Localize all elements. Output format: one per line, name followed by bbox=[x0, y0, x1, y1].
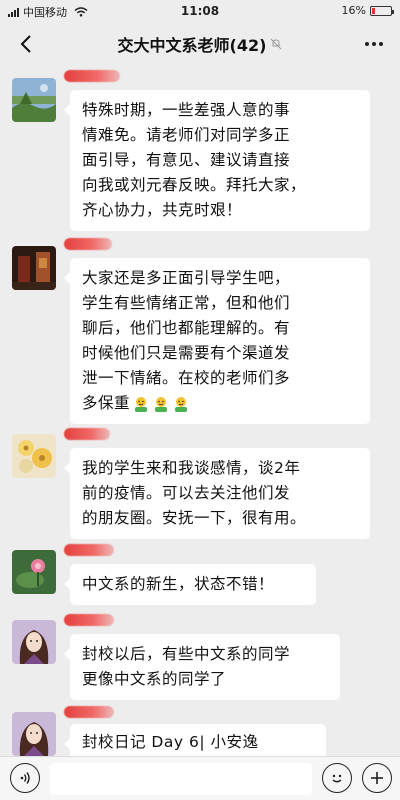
message-input[interactable] bbox=[50, 763, 312, 795]
avatar[interactable] bbox=[12, 620, 56, 664]
sender-name-redacted bbox=[64, 70, 120, 82]
message-bubble[interactable]: 封校以后，有些中文系的同学 更像中文系的同学了 bbox=[64, 634, 340, 700]
chat-title: 交大中文系老师(42) bbox=[117, 36, 267, 55]
emoji-icon bbox=[332, 774, 342, 783]
message-line: 时候他们只是需要有个渠道发 bbox=[82, 344, 291, 362]
back-button[interactable] bbox=[12, 30, 40, 58]
battery-icon bbox=[370, 5, 394, 16]
message-line: 封校以后，有些中文系的同学 bbox=[82, 645, 291, 663]
avatar[interactable] bbox=[12, 246, 56, 290]
battery-fill bbox=[372, 7, 375, 14]
message-line: 我的学生来和我谈感情，谈2年 bbox=[82, 459, 301, 477]
avatar[interactable] bbox=[12, 550, 56, 594]
message-line: 向我或刘元春反映。拜托大家， bbox=[82, 176, 307, 194]
chevron-left-icon bbox=[20, 35, 31, 53]
chat-title-wrap: 交大中文系老师(42) bbox=[118, 32, 283, 56]
message-line: 齐心协力，共克时艰！ bbox=[82, 201, 243, 219]
avatar[interactable] bbox=[12, 712, 56, 756]
message-bubble[interactable]: 中文系的新生，状态不错！ bbox=[64, 564, 316, 605]
message-bubble[interactable]: 我的学生来和我谈感情，谈2年 前的疫情。可以去关注他们发 的朋友圈。安抚一下，很… bbox=[64, 448, 370, 539]
voice-button[interactable] bbox=[10, 763, 40, 793]
message-line: 前的疫情。可以去关注他们发 bbox=[82, 484, 291, 502]
message-line: 面引导，有意见、建议请直接 bbox=[82, 151, 291, 169]
sender-name-redacted bbox=[64, 706, 114, 718]
plus-button[interactable] bbox=[362, 763, 392, 793]
avatar[interactable] bbox=[12, 78, 56, 122]
status-right: 16% bbox=[341, 4, 394, 17]
flower-emoji-icon bbox=[135, 396, 148, 412]
sender-name-redacted bbox=[64, 428, 110, 440]
status-bar: 中国移动 11:08 16% bbox=[0, 0, 400, 22]
sender-name-redacted bbox=[64, 238, 112, 250]
mute-bell-icon bbox=[271, 38, 282, 50]
more-dot bbox=[365, 42, 369, 46]
message-line: 更像中文系的同学了 bbox=[82, 670, 227, 688]
flower-emoji-icon bbox=[175, 396, 188, 412]
message-line: 学生有些情绪正常，但和他们 bbox=[82, 294, 291, 312]
emoji-row bbox=[132, 395, 190, 413]
chat-area[interactable]: 特殊时期，一些差强人意的事 情难免。请老师们对同学多正 面引导，有意见、建议请直… bbox=[0, 66, 400, 761]
message-line: 中文系的新生，状态不错！ bbox=[82, 575, 275, 593]
message-bubble[interactable]: 大家还是多正面引导学生吧， 学生有些情绪正常，但和他们 聊后，他们也都能理解的。… bbox=[64, 258, 370, 424]
sender-name-redacted bbox=[64, 614, 114, 626]
avatar[interactable] bbox=[12, 434, 56, 478]
emoji-button[interactable] bbox=[322, 763, 352, 793]
more-dot bbox=[372, 42, 376, 46]
status-time: 11:08 bbox=[180, 4, 220, 18]
more-dot bbox=[379, 42, 383, 46]
message-line: 泄一下情緒。在校的老师们多 bbox=[82, 369, 291, 387]
plus-icon bbox=[371, 772, 383, 784]
battery-percent: 16% bbox=[341, 4, 366, 17]
flower-emoji-icon bbox=[155, 396, 168, 412]
message-line: 多保重 bbox=[82, 394, 131, 412]
input-bar bbox=[0, 756, 400, 800]
message-bubble[interactable]: 特殊时期，一些差强人意的事 情难免。请老师们对同学多正 面引导，有意见、建议请直… bbox=[64, 90, 370, 231]
message-line: 的朋友圈。安抚一下，很有用。 bbox=[82, 509, 307, 527]
message-line-last: 多保重 bbox=[82, 391, 358, 416]
message-line: 情难免。请老师们对同学多正 bbox=[82, 126, 291, 144]
message-line: 聊后，他们也都能理解的。有 bbox=[82, 319, 291, 337]
more-button[interactable] bbox=[360, 30, 388, 58]
voice-icon bbox=[20, 772, 30, 784]
message-line: 特殊时期，一些差强人意的事 bbox=[82, 101, 291, 119]
message-line: 封校日记 Day 6| 小安逸 bbox=[82, 733, 259, 751]
sender-name-redacted bbox=[64, 544, 114, 556]
message-line: 大家还是多正面引导学生吧， bbox=[82, 269, 291, 287]
nav-bar: 交大中文系老师(42) bbox=[0, 22, 400, 66]
